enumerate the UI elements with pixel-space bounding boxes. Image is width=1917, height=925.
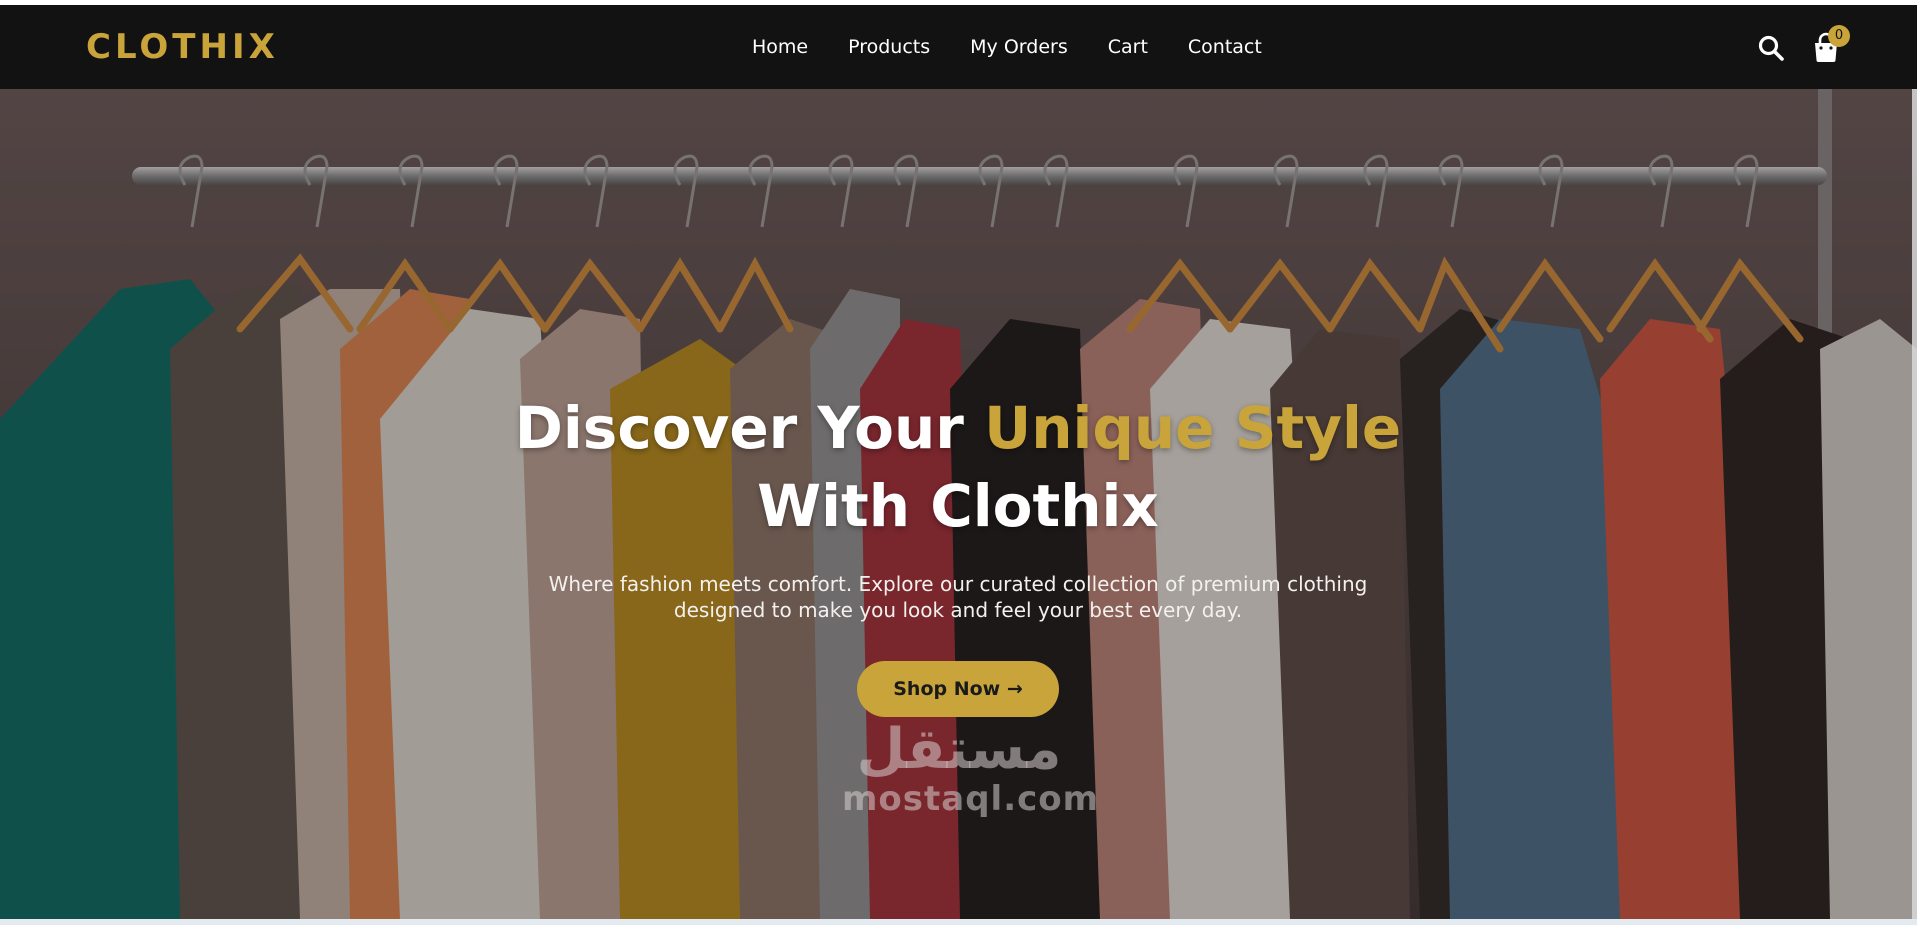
- hero-title-part1: Discover Your: [514, 394, 985, 462]
- scrollbar[interactable]: [1912, 89, 1917, 919]
- watermark-arabic: مستقل: [856, 717, 1062, 782]
- nav-my-orders[interactable]: My Orders: [970, 33, 1068, 61]
- hero-content: Discover Your Unique Style With Clothix …: [458, 389, 1458, 717]
- site-header: CLOTHIX Home Products My Orders Cart Con…: [0, 5, 1917, 89]
- main-nav: Home Products My Orders Cart Contact: [752, 33, 1302, 61]
- hero-subtitle: Where fashion meets comfort. Explore our…: [548, 572, 1368, 622]
- nav-cart[interactable]: Cart: [1108, 33, 1148, 61]
- hero-title-part2: With Clothix: [757, 472, 1159, 540]
- nav-home[interactable]: Home: [752, 33, 808, 61]
- cart-count-badge: 0: [1828, 25, 1850, 47]
- shop-now-button[interactable]: Shop Now →: [857, 661, 1059, 717]
- watermark-latin: mostaql.com: [842, 779, 1100, 819]
- page-bottom-edge: [0, 919, 1917, 925]
- watermark: مستقل mostaql.com: [842, 717, 1100, 819]
- hero-title: Discover Your Unique Style With Clothix: [458, 389, 1458, 545]
- search-icon[interactable]: [1757, 34, 1785, 62]
- hero-title-accent: Unique Style: [984, 394, 1402, 462]
- nav-contact[interactable]: Contact: [1188, 33, 1262, 61]
- brand-logo[interactable]: CLOTHIX: [86, 26, 279, 68]
- nav-products[interactable]: Products: [848, 33, 930, 61]
